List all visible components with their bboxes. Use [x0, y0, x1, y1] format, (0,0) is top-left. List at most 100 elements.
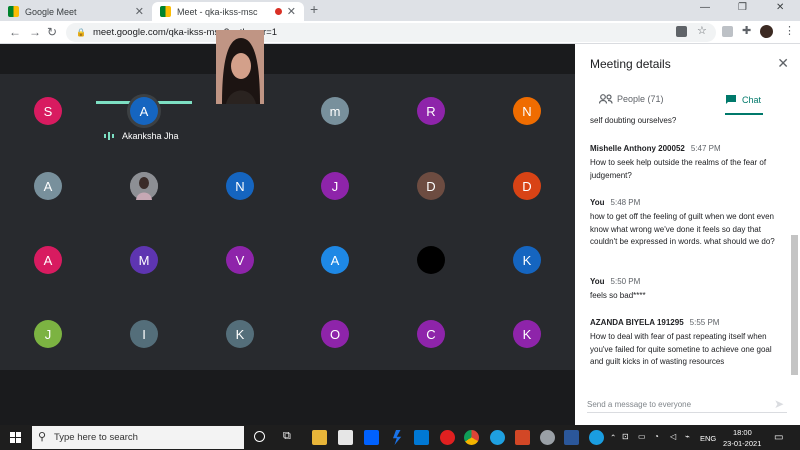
file-explorer-icon[interactable] [312, 430, 327, 445]
presentation-app-icon[interactable] [515, 430, 530, 445]
message-time: 5:48 PM [610, 198, 641, 207]
participant-avatar[interactable]: I [130, 320, 158, 348]
chat-message: You 5:50 PM feels so bad**** [590, 276, 785, 303]
participant-avatar[interactable]: C [417, 320, 445, 348]
notification-icon[interactable]: ▭ [774, 432, 783, 443]
participant-avatar[interactable]: A [34, 246, 62, 274]
participant-avatar[interactable] [417, 246, 445, 274]
avatar-initial: K [235, 326, 245, 342]
chat-message-list: self doubting ourselves? Mishelle Anthon… [590, 114, 785, 379]
mail-icon[interactable] [414, 430, 429, 445]
tray-icon[interactable]: ⊡ [622, 432, 629, 441]
participant-avatar[interactable]: V [226, 246, 254, 274]
message-sender: You [590, 198, 605, 207]
avatar-initial: S [43, 103, 53, 119]
participant-avatar[interactable]: D [513, 172, 541, 200]
language-indicator[interactable]: ENG [700, 434, 716, 443]
participant-video[interactable] [216, 30, 264, 104]
reload-icon[interactable]: ↻ [47, 25, 57, 39]
search-placeholder: Type here to search [54, 432, 138, 443]
forward-icon[interactable]: → [29, 25, 41, 39]
store-icon[interactable] [338, 430, 353, 445]
participant-avatar[interactable]: J [34, 320, 62, 348]
message-sender: You [590, 277, 605, 286]
browser-toolbar: ← → ↻ 🔒 meet.google.com/qka-ikss-msc?aut… [0, 21, 800, 44]
tab-meet-session[interactable]: Meet - qka-ikss-msc ✕ [152, 2, 304, 21]
profile-photo [130, 172, 158, 200]
avatar-initial: D [426, 178, 436, 194]
tab-google-meet[interactable]: Google Meet ✕ [0, 2, 152, 21]
edge-icon[interactable] [490, 430, 505, 445]
participant-avatar[interactable]: K [513, 246, 541, 274]
cortana-icon[interactable] [254, 431, 265, 442]
chat-tab-label: Chat [742, 94, 762, 105]
people-icon [599, 94, 613, 104]
participant-avatar[interactable]: K [513, 320, 541, 348]
wifi-icon[interactable]: ◔ [654, 432, 659, 441]
word-icon[interactable] [564, 430, 579, 445]
address-bar[interactable]: 🔒 meet.google.com/qka-ikss-msc?authuser=… [66, 23, 716, 42]
chat-message: AZANDA BIYELA 191295 5:55 PM How to deal … [590, 317, 785, 369]
profile-avatar[interactable] [760, 25, 773, 38]
participant-avatar[interactable]: A [34, 172, 62, 200]
star-icon[interactable]: ☆ [697, 24, 708, 37]
chat-message: Mishelle Anthony 200052 5:47 PM How to se… [590, 143, 785, 182]
camera-icon[interactable] [676, 26, 687, 37]
task-view-icon[interactable]: ⧉ [283, 430, 291, 443]
message-sender: AZANDA BIYELA 191295 [590, 318, 684, 327]
back-icon[interactable]: ← [9, 25, 21, 39]
participant-avatar[interactable]: M [130, 246, 158, 274]
chrome-icon[interactable] [464, 430, 479, 445]
chat-scrollbar[interactable] [791, 235, 798, 375]
tray-chevron-icon[interactable]: ⌃ [610, 433, 616, 442]
network-icon[interactable]: ⌁ [685, 432, 690, 441]
participant-avatar[interactable]: D [417, 172, 445, 200]
close-tab-icon[interactable]: ✕ [135, 5, 144, 18]
avatar-initial: R [426, 103, 436, 119]
send-message-input[interactable]: Send a message to everyone [587, 397, 787, 413]
tool-app-icon[interactable] [540, 430, 555, 445]
message-text: feels so bad**** [590, 291, 646, 300]
close-window-icon[interactable]: ✕ [776, 2, 784, 13]
send-message-placeholder: Send a message to everyone [587, 400, 692, 409]
participant-avatar[interactable]: K [226, 320, 254, 348]
participant-avatar[interactable]: m [321, 97, 349, 125]
avatar-initial: J [44, 326, 52, 342]
tab-people[interactable]: People (71) [599, 94, 664, 104]
participant-avatar[interactable]: J [321, 172, 349, 200]
send-icon[interactable]: ➤ [774, 397, 784, 411]
participant-avatar[interactable]: O [321, 320, 349, 348]
minimize-icon[interactable]: — [700, 2, 710, 13]
volume-icon[interactable]: ◁ [670, 432, 676, 441]
speaking-indicator-icon [104, 132, 114, 140]
opera-icon[interactable] [440, 430, 455, 445]
app-icon[interactable] [589, 430, 604, 445]
menu-icon[interactable]: ⋮ [784, 24, 795, 37]
tab-strip: Google Meet ✕ Meet - qka-ikss-msc ✕ + — … [0, 0, 800, 21]
participant-avatar[interactable]: N [513, 97, 541, 125]
avatar-initial: A [43, 252, 53, 268]
participant-avatar[interactable]: R [417, 97, 445, 125]
puzzle-icon[interactable]: ✚ [742, 24, 753, 37]
extension-icon[interactable] [722, 26, 733, 37]
clock-time[interactable]: 18:00 [733, 428, 752, 437]
clock-date[interactable]: 23-01-2021 [723, 439, 761, 448]
maximize-icon[interactable]: ❐ [738, 2, 747, 13]
participant-avatar[interactable]: S [34, 97, 62, 125]
windows-start-icon[interactable] [10, 432, 21, 443]
windows-taskbar: ⚲ Type here to search ⧉ ⌃ ⊡ ▭ ◔ ◁ ⌁ ENG … [0, 425, 800, 450]
video-feed [216, 30, 264, 104]
bolt-app-icon[interactable] [393, 430, 402, 445]
battery-icon[interactable]: ▭ [638, 432, 646, 441]
tab-chat[interactable]: Chat [725, 94, 761, 105]
close-tab-icon[interactable]: ✕ [287, 5, 296, 18]
search-icon: ⚲ [38, 431, 47, 443]
taskbar-search[interactable]: ⚲ Type here to search [32, 426, 244, 449]
close-panel-icon[interactable]: ✕ [777, 55, 789, 72]
participant-photo-avatar[interactable] [130, 172, 158, 200]
dropbox-icon[interactable] [364, 430, 379, 445]
participant-avatar[interactable]: A [321, 246, 349, 274]
new-tab-icon[interactable]: + [310, 1, 318, 17]
participant-avatar[interactable]: N [226, 172, 254, 200]
participant-avatar[interactable]: A [130, 97, 158, 125]
